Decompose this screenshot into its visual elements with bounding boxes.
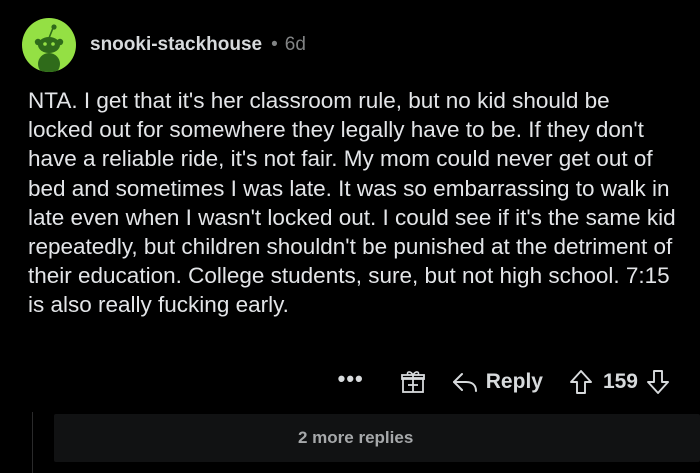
comment: snooki-stackhouse • 6d NTA. I get that i…: [0, 0, 700, 473]
more-replies-label: 2 more replies: [298, 428, 414, 447]
comment-header: snooki-stackhouse • 6d: [22, 16, 306, 74]
snoo-avatar-icon: [34, 24, 64, 72]
more-options-button[interactable]: •••: [338, 368, 364, 390]
comment-meta: snooki-stackhouse • 6d: [90, 34, 306, 56]
vote-controls: 159: [569, 369, 670, 395]
reply-button[interactable]: Reply: [452, 370, 543, 394]
reply-arrow-icon: [452, 373, 477, 392]
upvote-arrow-icon[interactable]: [569, 369, 593, 395]
avatar[interactable]: [22, 18, 76, 72]
reply-label: Reply: [485, 370, 543, 393]
downvote-arrow-icon[interactable]: [646, 369, 670, 395]
gift-icon: [400, 371, 425, 393]
more-replies-button[interactable]: 2 more replies: [54, 414, 700, 462]
author-username[interactable]: snooki-stackhouse: [90, 34, 262, 56]
thread-line[interactable]: [32, 412, 33, 473]
award-button[interactable]: [400, 369, 426, 395]
meta-separator: •: [271, 34, 278, 55]
vote-score: 159: [602, 370, 638, 393]
comment-actions: ••• Reply 159: [338, 366, 670, 398]
comment-age: 6d: [284, 34, 306, 55]
comment-body: NTA. I get that it's her classroom rule,…: [28, 88, 676, 318]
